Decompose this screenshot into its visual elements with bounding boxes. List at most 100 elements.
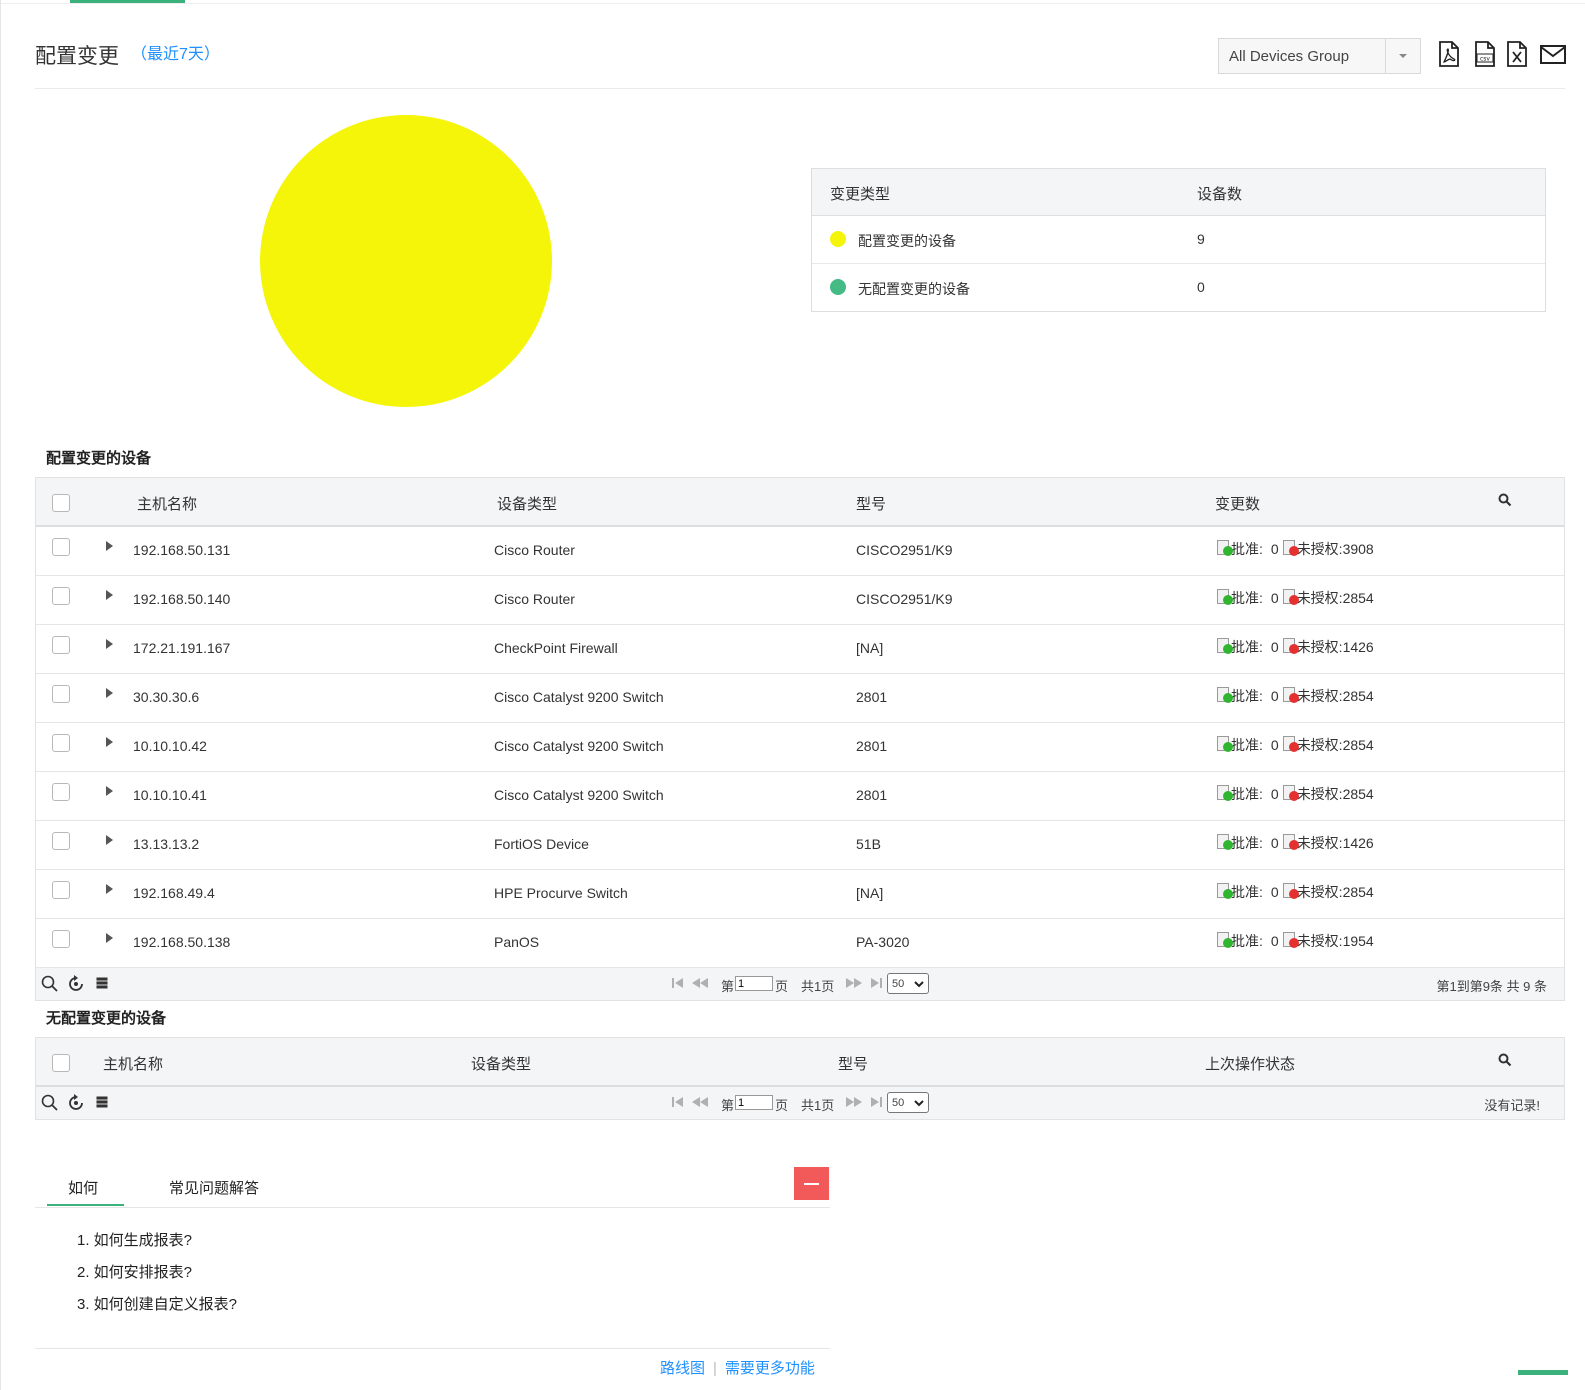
cell-host[interactable]: 192.168.50.140 — [133, 591, 230, 607]
table-row[interactable]: 192.168.50.138 PanOS PA-3020 批准: 0 未授权:1954 — [36, 919, 1564, 968]
approved-count[interactable]: 0 — [1271, 737, 1279, 753]
col-host[interactable]: 主机名称 — [137, 493, 197, 514]
unauthorized-count[interactable]: 1426 — [1343, 835, 1374, 851]
cell-host[interactable]: 10.10.10.41 — [133, 787, 207, 803]
first-page-icon[interactable] — [671, 976, 685, 993]
table-row[interactable]: 172.21.191.167 CheckPoint Firewall [NA] 批准:… — [36, 625, 1564, 674]
pie-slice-0[interactable] — [260, 115, 552, 407]
approved-count[interactable]: 0 — [1271, 835, 1279, 851]
refresh-icon[interactable] — [68, 975, 84, 996]
approved-count[interactable]: 0 — [1271, 541, 1279, 557]
row-checkbox[interactable] — [52, 636, 70, 654]
summary-row-changed[interactable]: 配置变更的设备 9 — [812, 216, 1545, 264]
approved-count[interactable]: 0 — [1271, 590, 1279, 606]
page-number-input[interactable] — [735, 976, 773, 991]
cell-host[interactable]: 192.168.50.131 — [133, 542, 230, 558]
cell-host[interactable]: 10.10.10.42 — [133, 738, 207, 754]
row-checkbox[interactable] — [52, 685, 70, 703]
next-page-icon[interactable] — [845, 1095, 863, 1112]
col-model[interactable]: 型号 — [838, 1053, 868, 1074]
email-icon[interactable] — [1539, 40, 1567, 70]
expand-row-icon[interactable] — [106, 688, 113, 698]
expand-row-icon[interactable] — [106, 786, 113, 796]
select-all-checkbox[interactable] — [52, 494, 70, 512]
device-group-select[interactable]: All Devices Group — [1218, 38, 1421, 74]
search-icon[interactable] — [41, 975, 59, 996]
expand-row-icon[interactable] — [106, 933, 113, 943]
table-row[interactable]: 30.30.30.6 Cisco Catalyst 9200 Switch 2801… — [36, 674, 1564, 723]
row-checkbox[interactable] — [52, 538, 70, 556]
pdf-icon[interactable] — [1437, 40, 1463, 70]
table-row[interactable]: 10.10.10.42 Cisco Catalyst 9200 Switch 280… — [36, 723, 1564, 772]
prev-page-icon[interactable] — [691, 1095, 709, 1112]
table-row[interactable]: 192.168.49.4 HPE Procurve Switch [NA] 批准: 0 未… — [36, 870, 1564, 919]
cell-host[interactable]: 172.21.191.167 — [133, 640, 230, 656]
help-item-schedule-report[interactable]: 2. 如何安排报表? — [77, 1261, 237, 1293]
col-type[interactable]: 设备类型 — [497, 493, 557, 514]
unauthorized-count[interactable]: 2854 — [1343, 688, 1374, 704]
unauthorized-count[interactable]: 2854 — [1343, 786, 1374, 802]
expand-row-icon[interactable] — [106, 835, 113, 845]
approved-count[interactable]: 0 — [1271, 786, 1279, 802]
excel-icon[interactable] — [1505, 40, 1531, 70]
unauthorized-count[interactable]: 1954 — [1343, 933, 1374, 949]
help-item-generate-report[interactable]: 1. 如何生成报表? — [77, 1229, 237, 1261]
tab-how-to[interactable]: 如何 — [68, 1177, 98, 1198]
search-icon[interactable] — [1498, 1053, 1512, 1071]
row-checkbox[interactable] — [52, 587, 70, 605]
search-icon[interactable] — [1498, 493, 1512, 511]
row-checkbox[interactable] — [52, 783, 70, 801]
last-page-icon[interactable] — [869, 976, 883, 993]
table-row[interactable]: 192.168.50.131 Cisco Router CISCO2951/K9 批准… — [36, 527, 1564, 576]
tab-faq[interactable]: 常见问题解答 — [169, 1177, 259, 1198]
expand-row-icon[interactable] — [106, 541, 113, 551]
col-host[interactable]: 主机名称 — [103, 1053, 163, 1074]
summary-row-unchanged[interactable]: 无配置变更的设备 0 — [812, 264, 1545, 311]
columns-icon[interactable] — [96, 977, 108, 992]
collapse-button[interactable] — [794, 1167, 829, 1200]
unauthorized-count[interactable]: 2854 — [1343, 737, 1374, 753]
approved-count[interactable]: 0 — [1271, 884, 1279, 900]
expand-row-icon[interactable] — [106, 884, 113, 894]
approved-count[interactable]: 0 — [1271, 639, 1279, 655]
page-size-select[interactable]: 50 — [887, 1092, 929, 1113]
search-icon[interactable] — [41, 1094, 59, 1115]
table-row[interactable]: 192.168.50.140 Cisco Router CISCO2951/K9 批准… — [36, 576, 1564, 625]
approved-count[interactable]: 0 — [1271, 933, 1279, 949]
unauthorized-count[interactable]: 1426 — [1343, 639, 1374, 655]
unauthorized-count[interactable]: 2854 — [1343, 884, 1374, 900]
approved-count[interactable]: 0 — [1271, 688, 1279, 704]
page-number-input[interactable] — [735, 1095, 773, 1110]
csv-icon[interactable]: csv — [1473, 40, 1499, 70]
unauthorized-count[interactable]: 3908 — [1343, 541, 1374, 557]
col-type[interactable]: 设备类型 — [471, 1053, 531, 1074]
row-checkbox[interactable] — [52, 832, 70, 850]
col-changes[interactable]: 变更数 — [1215, 493, 1260, 514]
expand-row-icon[interactable] — [106, 590, 113, 600]
help-item-custom-report[interactable]: 3. 如何创建自定义报表? — [77, 1293, 237, 1325]
table-row[interactable]: 13.13.13.2 FortiOS Device 51B 批准: 0 未授权:1426 — [36, 821, 1564, 870]
table-row[interactable]: 10.10.10.41 Cisco Catalyst 9200 Switch 280… — [36, 772, 1564, 821]
cell-host[interactable]: 192.168.49.4 — [133, 885, 215, 901]
columns-icon[interactable] — [96, 1096, 108, 1111]
roadmap-link[interactable]: 路线图 — [660, 1360, 705, 1377]
expand-row-icon[interactable] — [106, 639, 113, 649]
first-page-icon[interactable] — [671, 1095, 685, 1112]
row-checkbox[interactable] — [52, 881, 70, 899]
cell-host[interactable]: 30.30.30.6 — [133, 689, 199, 705]
cell-host[interactable]: 192.168.50.138 — [133, 934, 230, 950]
next-page-icon[interactable] — [845, 976, 863, 993]
expand-row-icon[interactable] — [106, 737, 113, 747]
col-model[interactable]: 型号 — [856, 493, 886, 514]
select-all-checkbox[interactable] — [52, 1054, 70, 1072]
unauthorized-count[interactable]: 2854 — [1343, 590, 1374, 606]
col-status[interactable]: 上次操作状态 — [1205, 1053, 1295, 1074]
page-size-select[interactable]: 50 — [887, 973, 929, 994]
row-checkbox[interactable] — [52, 930, 70, 948]
last-page-icon[interactable] — [869, 1095, 883, 1112]
cell-host[interactable]: 13.13.13.2 — [133, 836, 199, 852]
refresh-icon[interactable] — [68, 1094, 84, 1115]
row-checkbox[interactable] — [52, 734, 70, 752]
prev-page-icon[interactable] — [691, 976, 709, 993]
more-features-link[interactable]: 需要更多功能 — [725, 1360, 815, 1377]
